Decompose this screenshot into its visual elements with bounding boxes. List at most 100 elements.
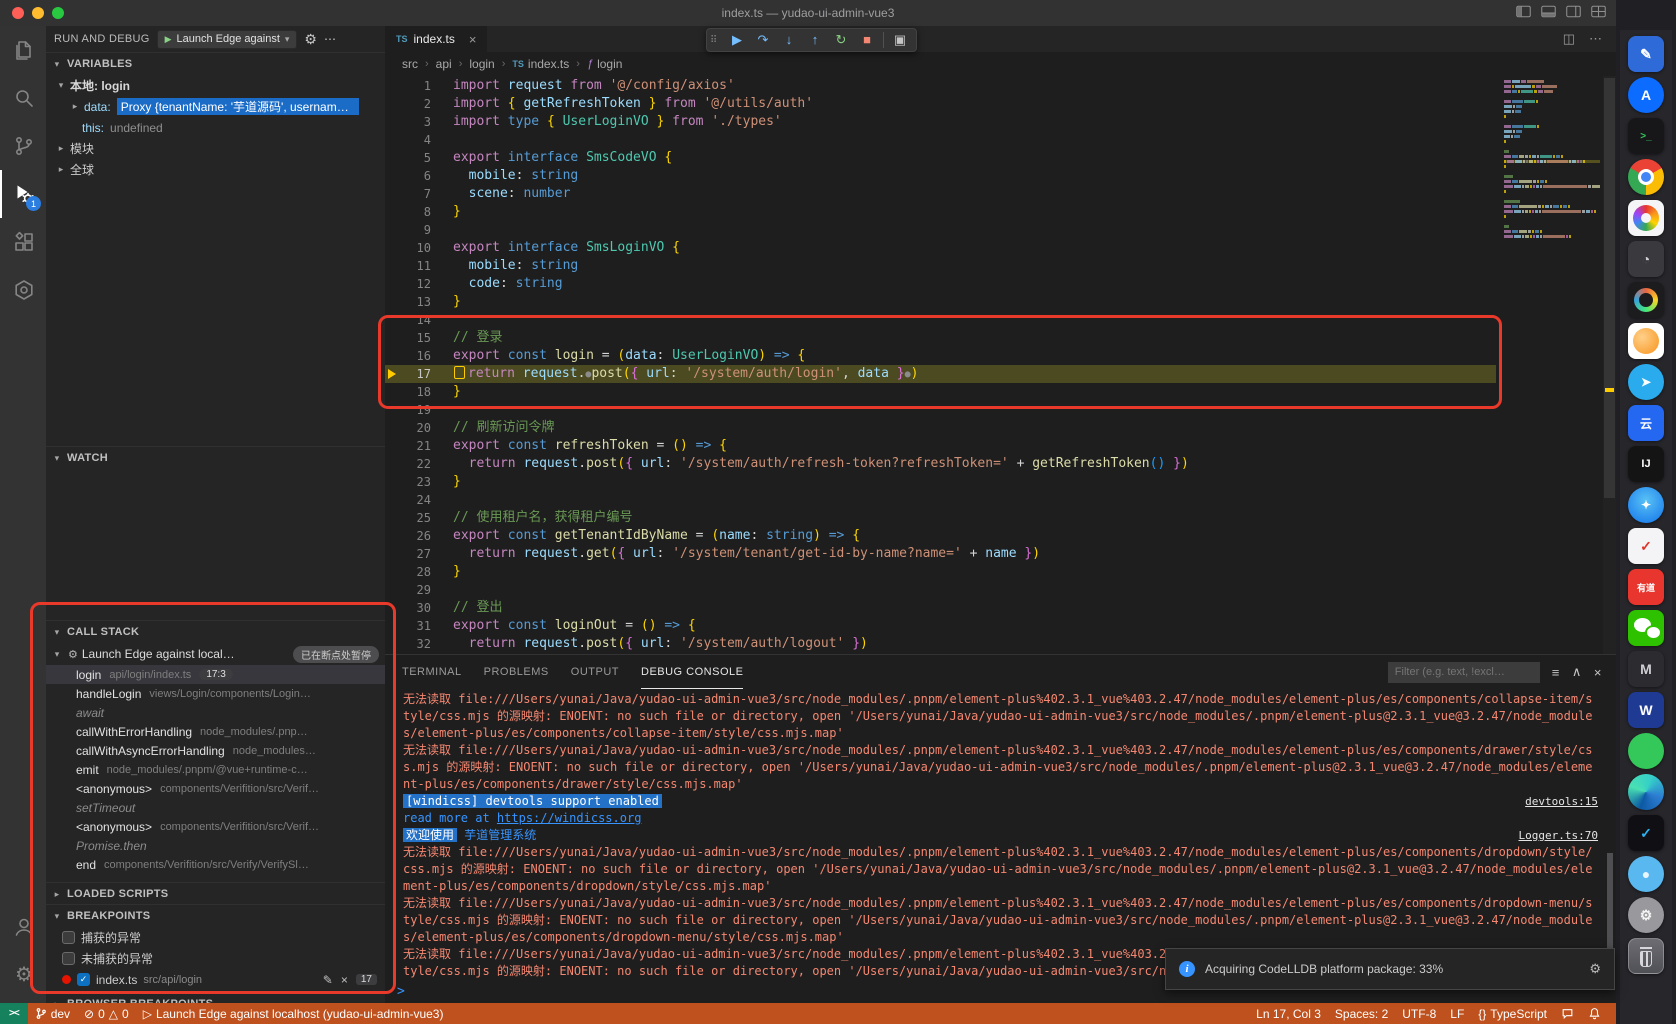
activity-accounts[interactable] bbox=[0, 903, 46, 951]
toggle-primary-sidebar-icon[interactable] bbox=[1516, 5, 1531, 18]
close-panel-icon[interactable]: × bbox=[1594, 665, 1602, 680]
stack-frame[interactable]: loginapi/login/index.ts17:3 bbox=[46, 665, 385, 684]
dock-icon-pinwheel-app[interactable] bbox=[1628, 200, 1664, 236]
dock-icon-wechat[interactable] bbox=[1628, 610, 1664, 646]
code-line[interactable]: 31export const loginOut = () => { bbox=[385, 617, 1496, 635]
stack-frame[interactable]: Promise.then bbox=[46, 836, 385, 855]
status-git-branch[interactable]: dev bbox=[28, 1003, 77, 1024]
breakpoints-section-header[interactable]: ▾ BREAKPOINTS bbox=[46, 905, 385, 927]
panel-tab-output[interactable]: OUTPUT bbox=[571, 655, 619, 689]
breadcrumb-item[interactable]: src bbox=[402, 57, 418, 71]
code-line[interactable]: 1import request from '@/config/axios' bbox=[385, 77, 1496, 95]
code-editor[interactable]: 1import request from '@/config/axios'2im… bbox=[385, 76, 1616, 654]
call-stack-section-header[interactable]: ▾ CALL STACK bbox=[46, 621, 385, 643]
console-prompt[interactable]: > bbox=[397, 984, 405, 999]
step-over-icon[interactable]: ↷ bbox=[750, 29, 776, 51]
dock-icon-youdao-dict[interactable]: 有道 bbox=[1628, 569, 1664, 605]
code-line[interactable]: 11 mobile: string bbox=[385, 257, 1496, 275]
code-line[interactable]: 19 bbox=[385, 401, 1496, 419]
panel-tab-terminal[interactable]: TERMINAL bbox=[402, 655, 462, 689]
stack-frame[interactable]: setTimeout bbox=[46, 798, 385, 817]
stop-icon[interactable]: ■ bbox=[854, 29, 880, 51]
variables-group-row[interactable]: ▸全球 bbox=[46, 159, 385, 180]
breakpoint-row[interactable]: 未捕获的异常 bbox=[46, 948, 385, 969]
notification-settings-gear-icon[interactable]: ⚙ bbox=[1589, 961, 1601, 977]
code-line[interactable]: 14 bbox=[385, 311, 1496, 329]
dock-icon-blue-circle-app[interactable]: ● bbox=[1628, 856, 1664, 892]
stack-frame[interactable]: callWithAsyncErrorHandlingnode_modules… bbox=[46, 741, 385, 760]
dock-icon-messenger-app[interactable]: ➤ bbox=[1628, 364, 1664, 400]
start-debug-icon[interactable]: ▶ bbox=[165, 34, 172, 45]
dock-icon-settings-app[interactable]: ⚙ bbox=[1628, 897, 1664, 933]
status-problems[interactable]: ⊘0△0 bbox=[77, 1003, 136, 1024]
dock-icon-edge[interactable] bbox=[1628, 774, 1664, 810]
code-line[interactable]: 13} bbox=[385, 293, 1496, 311]
dock-icon-checklist-app[interactable]: ✓ bbox=[1628, 528, 1664, 564]
breakpoint-checkbox[interactable]: ✓ bbox=[77, 973, 90, 986]
status-cursor-position[interactable]: Ln 17, Col 3 bbox=[1249, 1003, 1328, 1024]
minimap[interactable] bbox=[1504, 80, 1600, 240]
debug-console-output[interactable]: 无法读取 file:///Users/yunai/Java/yudao-ui-a… bbox=[385, 689, 1606, 979]
step-into-icon[interactable]: ↓ bbox=[776, 29, 802, 51]
breakpoint-checkbox[interactable] bbox=[62, 952, 75, 965]
dock-icon-terminal-app[interactable]: >_ bbox=[1628, 118, 1664, 154]
code-line[interactable]: 29 bbox=[385, 581, 1496, 599]
tab-index-ts[interactable]: TS index.ts × bbox=[385, 26, 487, 52]
remove-breakpoint-icon[interactable]: × bbox=[341, 973, 348, 987]
dock-icon-editor-app[interactable]: ✎ bbox=[1628, 36, 1664, 72]
console-filter-input[interactable] bbox=[1388, 662, 1540, 683]
stack-frame[interactable]: <anonymous>components/Verifition/src/Ver… bbox=[46, 817, 385, 836]
variable-row[interactable]: this:undefined bbox=[46, 117, 385, 138]
status-eol[interactable]: LF bbox=[1443, 1003, 1471, 1024]
code-line[interactable]: 7 scene: number bbox=[385, 185, 1496, 203]
dock-icon-green-app[interactable] bbox=[1628, 733, 1664, 769]
edit-breakpoint-icon[interactable]: ✎ bbox=[323, 973, 333, 987]
variable-row[interactable]: ▸data:Proxy {tenantName: '芋道源码', usernam… bbox=[46, 96, 385, 117]
code-line[interactable]: 32 return request.post({ url: '/system/a… bbox=[385, 635, 1496, 653]
code-line[interactable]: 24 bbox=[385, 491, 1496, 509]
source-link[interactable]: devtools:15 bbox=[1525, 793, 1598, 810]
dock-icon-colorful-ring-app[interactable] bbox=[1628, 282, 1664, 318]
status-debug-target[interactable]: ▷Launch Edge against localhost (yudao-ui… bbox=[136, 1003, 451, 1024]
code-line[interactable]: 27 return request.get({ url: '/system/te… bbox=[385, 545, 1496, 563]
open-devtools-icon[interactable]: ▣ bbox=[887, 29, 913, 51]
step-out-icon[interactable]: ↑ bbox=[802, 29, 828, 51]
status-language-mode[interactable]: {}TypeScript bbox=[1471, 1003, 1554, 1024]
code-line[interactable]: 15// 登录 bbox=[385, 329, 1496, 347]
dock-icon-code-app[interactable]: ✓ bbox=[1628, 815, 1664, 851]
breadcrumb-item[interactable]: login bbox=[469, 57, 494, 71]
code-line[interactable]: 20// 刷新访问令牌 bbox=[385, 419, 1496, 437]
launch-config-dropdown[interactable]: ▶ Launch Edge against ▾ bbox=[157, 30, 298, 49]
source-link[interactable]: Logger.ts:70 bbox=[1519, 827, 1598, 844]
split-editor-icon[interactable]: ◫ bbox=[1563, 31, 1575, 47]
customize-layout-icon[interactable] bbox=[1591, 5, 1606, 18]
code-line[interactable]: 8} bbox=[385, 203, 1496, 221]
dock-icon-trash[interactable] bbox=[1628, 938, 1664, 974]
watch-section-header[interactable]: ▾ WATCH bbox=[46, 447, 385, 469]
code-line[interactable]: 6 mobile: string bbox=[385, 167, 1496, 185]
breakpoint-checkbox[interactable] bbox=[62, 931, 75, 944]
filter-icon[interactable]: ≡ bbox=[1552, 665, 1560, 680]
maximize-panel-icon[interactable]: ∧ bbox=[1572, 664, 1582, 680]
status-notifications-bell[interactable] bbox=[1581, 1003, 1608, 1024]
code-line[interactable]: 22 return request.post({ url: '/system/a… bbox=[385, 455, 1496, 473]
status-remote-indicator[interactable]: >< bbox=[0, 1003, 28, 1024]
code-line[interactable]: 26export const getTenantIdByName = (name… bbox=[385, 527, 1496, 545]
drag-handle-icon[interactable]: ⠿ bbox=[710, 35, 724, 46]
code-line[interactable]: 10export interface SmsLoginVO { bbox=[385, 239, 1496, 257]
stack-frame[interactable]: emitnode_modules/.pnpm/@vue+runtime-c… bbox=[46, 760, 385, 779]
breadcrumb-item[interactable]: api bbox=[436, 57, 452, 71]
activity-extensions[interactable] bbox=[0, 218, 46, 266]
dock-icon-w-app[interactable]: W bbox=[1628, 692, 1664, 728]
code-line[interactable]: 3import type { UserLoginVO } from './typ… bbox=[385, 113, 1496, 131]
loaded-scripts-section-header[interactable]: ▸ LOADED SCRIPTS bbox=[46, 883, 385, 904]
activity-settings[interactable]: ⚙ bbox=[0, 951, 46, 999]
code-line[interactable]: 5export interface SmsCodeVO { bbox=[385, 149, 1496, 167]
code-line[interactable]: 16export const login = (data: UserLoginV… bbox=[385, 347, 1496, 365]
activity-search[interactable] bbox=[0, 74, 46, 122]
code-line[interactable]: 21export const refreshToken = () => { bbox=[385, 437, 1496, 455]
dock-icon-app-store[interactable]: A bbox=[1628, 77, 1664, 113]
dock-icon-chrome[interactable] bbox=[1628, 159, 1664, 195]
activity-run-and-debug[interactable]: 1 bbox=[0, 170, 46, 218]
restart-icon[interactable]: ↻ bbox=[828, 29, 854, 51]
